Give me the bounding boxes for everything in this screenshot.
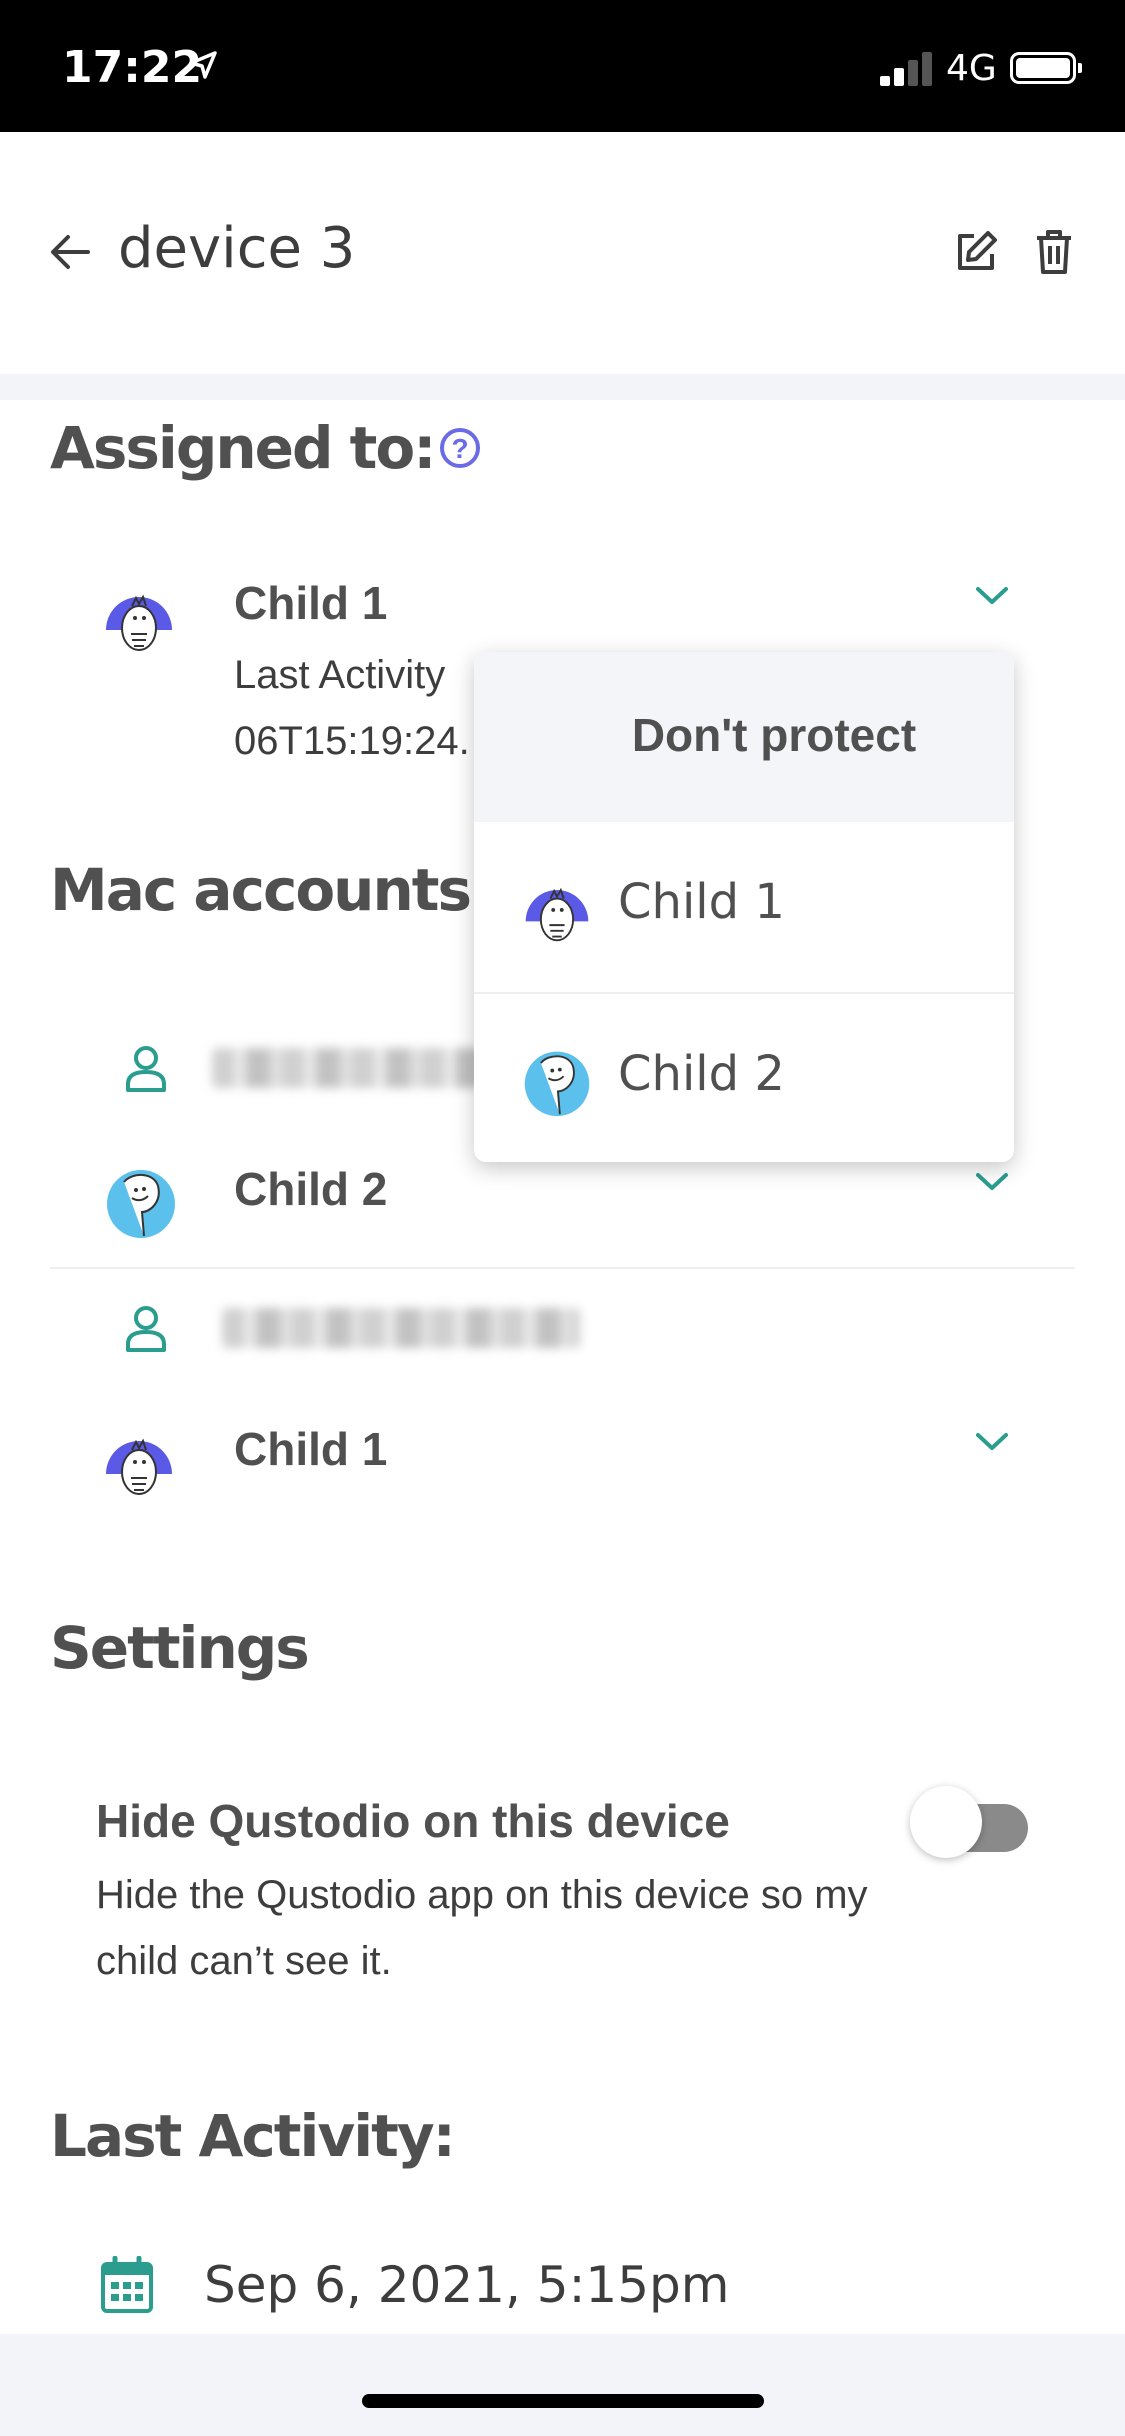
location-arrow-icon [188,50,218,85]
chevron-down-icon[interactable] [974,584,1010,613]
page-title: device 3 [118,216,356,281]
header: device 3 [0,132,1125,374]
account-name-redacted [222,1308,580,1348]
dont-protect-label: Don't protect [631,709,917,761]
battery-icon [1010,52,1082,84]
bottom-bar [0,2334,1125,2436]
hide-app-title: Hide Qustodio on this device [96,1795,730,1847]
chevron-down-icon[interactable] [974,1430,1010,1459]
last-activity-value: 06T15:19:24. [234,719,470,763]
dropdown-option-child-2[interactable]: Child 2 [474,992,1014,1162]
user-account-icon [124,1044,168,1099]
assigned-child-name: Child 1 [234,577,388,629]
accounts-heading: Mac accounts / [50,856,509,924]
row-divider [50,1267,1075,1269]
help-icon[interactable]: ? [440,428,480,468]
last-activity-heading: Last Activity: [50,2102,456,2170]
signal-icon [880,52,934,86]
child2-avatar [102,1162,180,1240]
network-type: 4G [946,48,997,89]
account-child-name[interactable]: Child 1 [234,1422,387,1476]
dropdown-option-label: Child 1 [618,874,785,930]
assigned-heading: Assigned to: [50,414,436,482]
trash-icon[interactable] [1034,228,1074,281]
home-indicator[interactable] [362,2394,764,2408]
child-select-dropdown: Don't protect Child 1 Child 2 [474,652,1014,1162]
child1-avatar [520,872,594,946]
account-name-redacted [212,1048,482,1088]
child1-avatar [100,1422,178,1500]
edit-icon[interactable] [952,228,1000,281]
last-activity-date: Sep 6, 2021, 5:15pm [204,2256,730,2314]
settings-heading: Settings [50,1614,310,1682]
dropdown-option-label: Child 2 [618,1046,785,1102]
last-activity-label: Last Activity [234,653,446,697]
child1-avatar [100,578,178,656]
hide-app-description: Hide the Qustodio app on this device so … [96,1873,868,1983]
dropdown-option-child-1[interactable]: Child 1 [474,822,1014,992]
hide-app-toggle[interactable] [910,1786,1028,1858]
user-account-icon [124,1304,168,1359]
dont-protect-option[interactable]: Don't protect [474,652,1014,822]
back-arrow-icon[interactable] [48,232,92,277]
chevron-down-icon[interactable] [974,1170,1010,1199]
account-child-name[interactable]: Child 2 [234,1162,387,1216]
calendar-icon [100,2255,154,2319]
toggle-knob [910,1786,982,1858]
child2-avatar [520,1044,594,1118]
status-bar: 17:22 4G [0,0,1125,132]
section-divider [0,374,1125,400]
status-time: 17:22 [62,42,203,93]
